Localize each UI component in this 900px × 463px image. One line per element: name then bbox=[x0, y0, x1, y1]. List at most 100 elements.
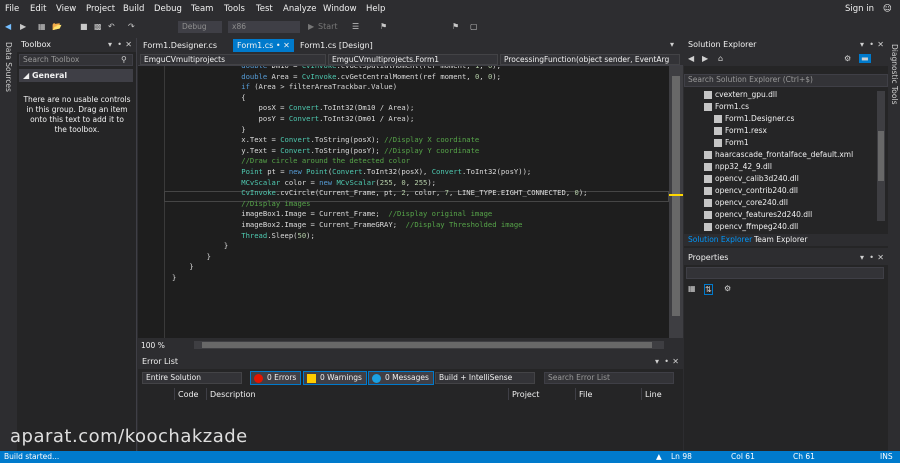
column-project[interactable]: Project bbox=[512, 390, 539, 399]
code-line[interactable]: imageBox2.Image = Current_FrameGRAY; //D… bbox=[172, 220, 522, 231]
solution-tree-item[interactable]: Form1.Designer.cs bbox=[714, 113, 794, 125]
menu-build[interactable]: Build bbox=[123, 4, 144, 14]
undo-icon[interactable]: ↶ bbox=[108, 21, 115, 33]
diagnostic-tools-tab[interactable]: Diagnostic Tools bbox=[890, 44, 899, 104]
code-line[interactable]: posY = Convert.ToInt32(Dm01 / Area); bbox=[172, 114, 415, 125]
error-list-search-input[interactable]: Search Error List bbox=[544, 372, 674, 384]
menu-project[interactable]: Project bbox=[86, 4, 115, 14]
flag-icon[interactable]: ⚑ bbox=[452, 21, 459, 33]
solution-tree-item[interactable]: haarcascade_frontalface_default.xml bbox=[704, 149, 853, 161]
code-line[interactable]: imageBox1.Image = Current_Frame; //Displ… bbox=[172, 209, 492, 220]
code-editor[interactable]: double Dm10 = CvInvoke.cvGetSpatialMomen… bbox=[138, 66, 669, 338]
close-icon[interactable]: ✕ bbox=[877, 251, 884, 265]
data-sources-tab[interactable]: Data Sources bbox=[4, 42, 13, 92]
pin-icon[interactable]: • bbox=[276, 41, 281, 50]
wrench-icon[interactable]: ⚙ bbox=[844, 54, 851, 63]
menu-file[interactable]: File bbox=[5, 4, 19, 14]
tab-solution-explorer[interactable]: Solution Explorer bbox=[684, 234, 756, 246]
code-line[interactable]: } bbox=[172, 125, 245, 136]
column-file[interactable]: File bbox=[579, 390, 592, 399]
code-line[interactable]: Point pt = new Point(Convert.ToInt32(pos… bbox=[172, 167, 531, 178]
editor-vertical-scrollbar[interactable] bbox=[669, 66, 683, 338]
code-line[interactable]: double Area = CvInvoke.cvGetCentralMomen… bbox=[172, 72, 501, 83]
solution-tree-item[interactable]: cvextern_gpu.dll bbox=[704, 89, 777, 101]
solution-tree-item[interactable]: opencv_ffmpeg240.dll bbox=[704, 221, 798, 233]
error-scope-select[interactable]: Entire Solution bbox=[142, 372, 242, 384]
close-tab-icon[interactable]: ✕ bbox=[283, 41, 290, 50]
save-icon[interactable]: ■ bbox=[80, 21, 88, 33]
code-line[interactable]: } bbox=[172, 262, 193, 273]
preview-icon[interactable]: ▬ bbox=[859, 54, 871, 63]
property-pages-icon[interactable]: ⚙ bbox=[724, 284, 731, 293]
column-line[interactable]: Line bbox=[645, 390, 662, 399]
code-line[interactable]: x.Text = Convert.ToString(posX); //Displ… bbox=[172, 135, 479, 146]
solution-tree-item[interactable]: opencv_features2d240.dll bbox=[704, 209, 812, 221]
menu-analyze[interactable]: Analyze bbox=[283, 4, 317, 14]
open-file-icon[interactable]: 📂 bbox=[52, 21, 62, 33]
dropdown-icon[interactable]: ▾ bbox=[655, 355, 659, 369]
member-dropdown[interactable]: ProcessingFunction(object sender, EventA… bbox=[500, 54, 680, 65]
forward-icon[interactable]: ▶ bbox=[702, 54, 708, 63]
code-line[interactable]: { bbox=[172, 93, 245, 104]
publish-icon[interactable]: ☰ bbox=[352, 21, 359, 33]
solution-tree-item[interactable]: npp32_42_9.dll bbox=[704, 161, 772, 173]
solution-tree-item[interactable]: opencv_contrib240.dll bbox=[704, 185, 798, 197]
alphabetical-icon[interactable]: ⇅ bbox=[704, 284, 713, 295]
messages-filter-button[interactable]: 0 Messages bbox=[368, 371, 434, 385]
back-icon[interactable]: ◀ bbox=[5, 21, 11, 33]
scrollbar-thumb[interactable] bbox=[672, 76, 680, 316]
solution-tree-item[interactable]: Form1 bbox=[714, 137, 749, 149]
new-project-icon[interactable]: ▦ bbox=[38, 21, 46, 33]
code-line[interactable]: } bbox=[172, 241, 228, 252]
account-icon[interactable]: ☺ bbox=[883, 4, 892, 14]
forward-icon[interactable]: ▶ bbox=[20, 21, 26, 33]
warnings-filter-button[interactable]: 0 Warnings bbox=[303, 371, 367, 385]
comment-icon[interactable]: ▢ bbox=[470, 21, 478, 33]
pin-icon[interactable]: • bbox=[869, 38, 874, 52]
menu-window[interactable]: Window bbox=[323, 4, 357, 14]
close-icon[interactable]: ✕ bbox=[877, 38, 884, 52]
sign-in-link[interactable]: Sign in bbox=[845, 4, 874, 14]
tab-form1-designer[interactable]: Form1.Designer.cs bbox=[139, 39, 221, 52]
menu-edit[interactable]: Edit bbox=[30, 4, 46, 14]
menu-debug[interactable]: Debug bbox=[154, 4, 182, 14]
close-icon[interactable]: ✕ bbox=[125, 38, 132, 52]
pin-icon[interactable]: • bbox=[664, 355, 669, 369]
bookmark-icon[interactable]: ⚑ bbox=[380, 21, 387, 33]
properties-object-select[interactable] bbox=[686, 267, 884, 279]
hscroll-thumb[interactable] bbox=[202, 342, 652, 348]
code-line[interactable]: MCvScalar color = new MCvScalar(255, 0, … bbox=[172, 178, 436, 189]
solution-tree-item[interactable]: Form1.resx bbox=[714, 125, 767, 137]
code-line[interactable]: //Draw circle around the detected color bbox=[172, 156, 410, 167]
menu-test[interactable]: Test bbox=[256, 4, 273, 14]
menu-team[interactable]: Team bbox=[191, 4, 213, 14]
start-button[interactable]: Start bbox=[318, 21, 338, 33]
zoom-level[interactable]: 100 % bbox=[141, 341, 165, 350]
menu-tools[interactable]: Tools bbox=[224, 4, 245, 14]
solution-scrollbar[interactable] bbox=[877, 91, 885, 221]
code-line[interactable]: //Display images bbox=[172, 199, 310, 210]
redo-icon[interactable]: ↷ bbox=[128, 21, 135, 33]
editor-horizontal-scrollbar[interactable] bbox=[194, 341, 664, 349]
tab-form1-cs[interactable]: Form1.cs • ✕ bbox=[233, 39, 294, 52]
build-filter-select[interactable]: Build + IntelliSense bbox=[435, 372, 535, 384]
back-icon[interactable]: ◀ bbox=[688, 54, 694, 63]
solution-config-select[interactable]: Debug bbox=[178, 21, 222, 33]
solution-scroll-thumb[interactable] bbox=[878, 131, 884, 181]
column-code[interactable]: Code bbox=[178, 390, 198, 399]
solution-tree-item[interactable]: opencv_core240.dll bbox=[704, 197, 788, 209]
code-line[interactable]: if (Area > filterAreaTrackbar.Value) bbox=[172, 82, 397, 93]
dropdown-icon[interactable]: ▾ bbox=[860, 38, 864, 52]
toolbox-group-general[interactable]: ◢ General bbox=[19, 69, 133, 82]
solution-tree-item[interactable]: opencv_calib3d240.dll bbox=[704, 173, 799, 185]
pin-icon[interactable]: • bbox=[869, 251, 874, 265]
code-line[interactable]: } bbox=[172, 252, 211, 263]
errors-filter-button[interactable]: 0 Errors bbox=[250, 371, 302, 385]
pin-icon[interactable]: • bbox=[117, 38, 122, 52]
tab-overflow-icon[interactable]: ▾ bbox=[670, 40, 674, 49]
solution-tree-item[interactable]: Form1.cs bbox=[704, 101, 749, 113]
tab-form1-design[interactable]: Form1.cs [Design] bbox=[296, 39, 377, 52]
home-icon[interactable]: ⌂ bbox=[718, 54, 723, 63]
solution-search-input[interactable]: Search Solution Explorer (Ctrl+$) bbox=[684, 74, 888, 87]
code-line[interactable]: posX = Convert.ToInt32(Dm10 / Area); bbox=[172, 103, 415, 114]
